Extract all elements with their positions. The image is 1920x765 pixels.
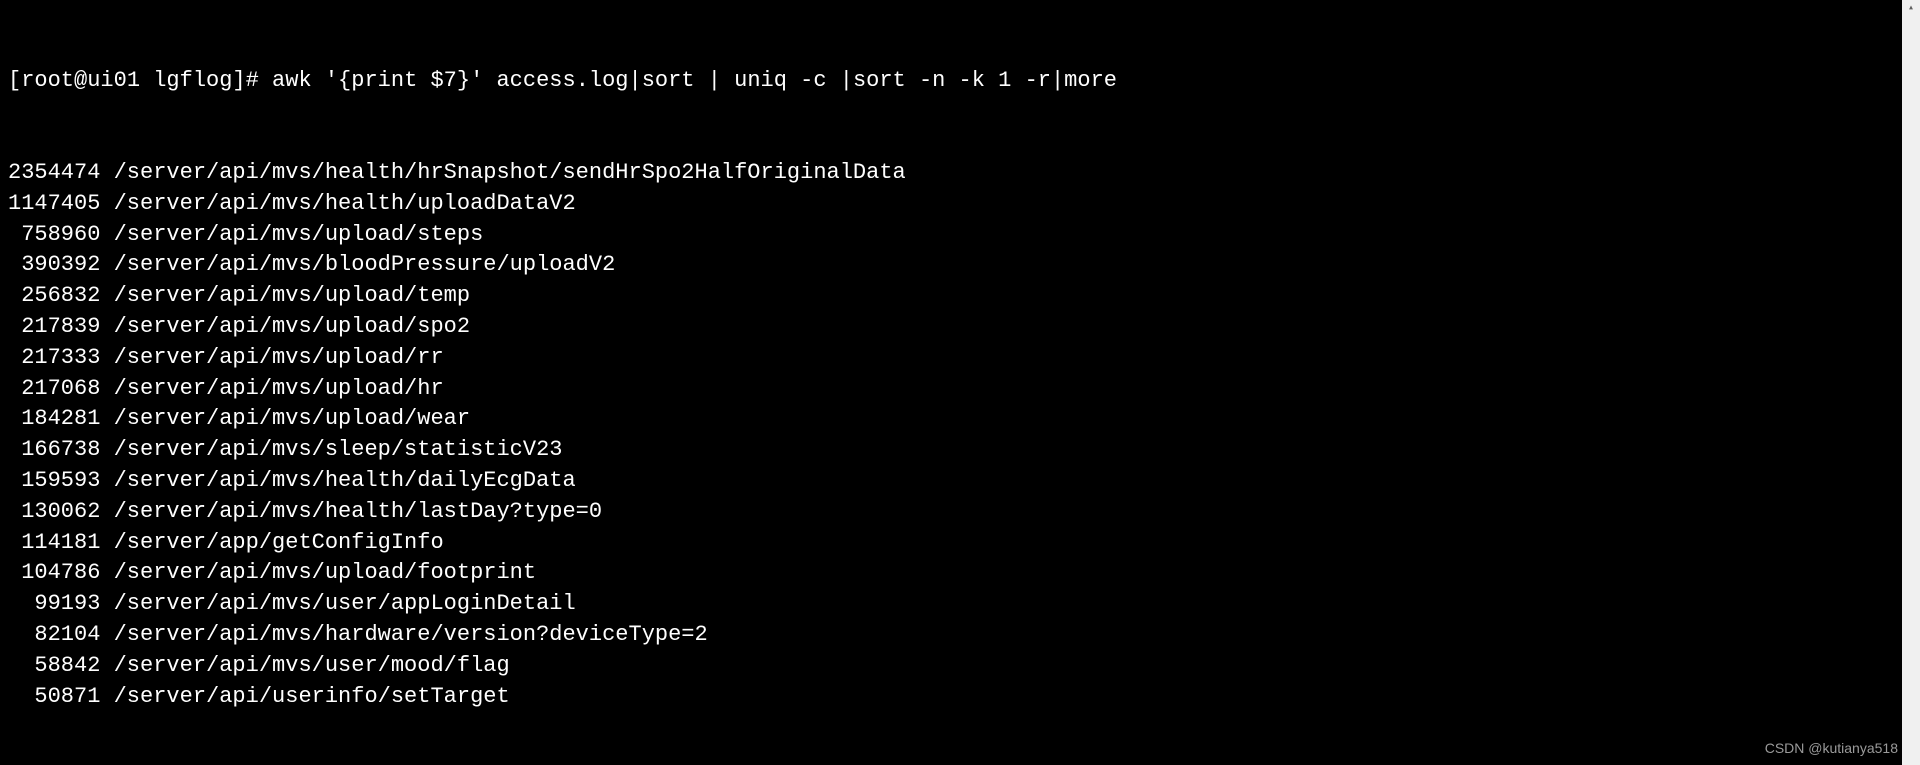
row-path: /server/api/mvs/upload/wear — [100, 406, 470, 431]
row-path: /server/api/mvs/health/uploadDataV2 — [100, 191, 575, 216]
output-rows: 2354474 /server/api/mvs/health/hrSnapsho… — [8, 158, 1912, 712]
row-path: /server/api/mvs/upload/steps — [100, 222, 483, 247]
row-count: 114181 — [8, 528, 100, 559]
output-row: 166738 /server/api/mvs/sleep/statisticV2… — [8, 435, 1912, 466]
output-row: 758960 /server/api/mvs/upload/steps — [8, 220, 1912, 251]
output-row: 217333 /server/api/mvs/upload/rr — [8, 343, 1912, 374]
row-path: /server/api/mvs/health/dailyEcgData — [100, 468, 575, 493]
row-count: 58842 — [8, 651, 100, 682]
output-row: 50871 /server/api/userinfo/setTarget — [8, 682, 1912, 713]
row-path: /server/api/mvs/upload/rr — [100, 345, 443, 370]
row-count: 256832 — [8, 281, 100, 312]
terminal-output[interactable]: [root@ui01 lgflog]# awk '{print $7}' acc… — [0, 0, 1920, 747]
row-path: /server/api/mvs/upload/footprint — [100, 560, 536, 585]
row-path: /server/api/mvs/bloodPressure/uploadV2 — [100, 252, 615, 277]
row-count: 166738 — [8, 435, 100, 466]
output-row: 2354474 /server/api/mvs/health/hrSnapsho… — [8, 158, 1912, 189]
output-row: 159593 /server/api/mvs/health/dailyEcgDa… — [8, 466, 1912, 497]
row-path: /server/api/mvs/upload/temp — [100, 283, 470, 308]
output-row: 217839 /server/api/mvs/upload/spo2 — [8, 312, 1912, 343]
row-count: 390392 — [8, 250, 100, 281]
row-count: 104786 — [8, 558, 100, 589]
row-count: 217068 — [8, 374, 100, 405]
row-path: /server/api/mvs/upload/spo2 — [100, 314, 470, 339]
row-count: 758960 — [8, 220, 100, 251]
row-path: /server/api/mvs/user/mood/flag — [100, 653, 509, 678]
watermark-text: CSDN @kutianya518 — [1765, 739, 1898, 759]
vertical-scrollbar[interactable]: ▴ — [1902, 0, 1920, 765]
row-path: /server/api/mvs/sleep/statisticV23 — [100, 437, 562, 462]
scrollbar-arrow-up-icon[interactable]: ▴ — [1902, 0, 1920, 18]
row-path: /server/app/getConfigInfo — [100, 530, 443, 555]
row-count: 82104 — [8, 620, 100, 651]
row-path: /server/api/mvs/health/lastDay?type=0 — [100, 499, 602, 524]
row-path: /server/api/mvs/upload/hr — [100, 376, 443, 401]
output-row: 390392 /server/api/mvs/bloodPressure/upl… — [8, 250, 1912, 281]
output-row: 184281 /server/api/mvs/upload/wear — [8, 404, 1912, 435]
output-row: 130062 /server/api/mvs/health/lastDay?ty… — [8, 497, 1912, 528]
output-row: 1147405 /server/api/mvs/health/uploadDat… — [8, 189, 1912, 220]
row-count: 2354474 — [8, 158, 100, 189]
row-count: 130062 — [8, 497, 100, 528]
row-count: 1147405 — [8, 189, 100, 220]
output-row: 82104 /server/api/mvs/hardware/version?d… — [8, 620, 1912, 651]
output-row: 104786 /server/api/mvs/upload/footprint — [8, 558, 1912, 589]
row-path: /server/api/userinfo/setTarget — [100, 684, 509, 709]
output-row: 99193 /server/api/mvs/user/appLoginDetai… — [8, 589, 1912, 620]
row-path: /server/api/mvs/user/appLoginDetail — [100, 591, 575, 616]
row-path: /server/api/mvs/health/hrSnapshot/sendHr… — [100, 160, 905, 185]
output-row: 256832 /server/api/mvs/upload/temp — [8, 281, 1912, 312]
output-row: 58842 /server/api/mvs/user/mood/flag — [8, 651, 1912, 682]
command-prompt-line: [root@ui01 lgflog]# awk '{print $7}' acc… — [8, 66, 1912, 97]
row-count: 99193 — [8, 589, 100, 620]
row-count: 217333 — [8, 343, 100, 374]
row-count: 159593 — [8, 466, 100, 497]
row-count: 184281 — [8, 404, 100, 435]
row-count: 50871 — [8, 682, 100, 713]
row-path: /server/api/mvs/hardware/version?deviceT… — [100, 622, 707, 647]
output-row: 217068 /server/api/mvs/upload/hr — [8, 374, 1912, 405]
row-count: 217839 — [8, 312, 100, 343]
output-row: 114181 /server/app/getConfigInfo — [8, 528, 1912, 559]
